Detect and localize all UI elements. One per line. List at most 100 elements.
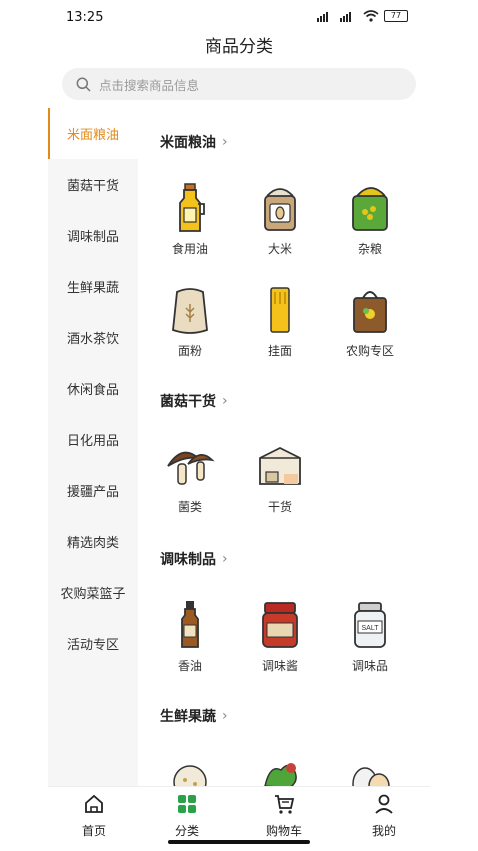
- sidebar-item-label: 活动专区: [66, 638, 119, 653]
- section-title: 生鲜果蔬: [160, 709, 216, 725]
- search-placeholder[interactable]: 点击搜索商品信息: [99, 75, 199, 94]
- section-header[interactable]: 调味制品 ›: [160, 549, 228, 569]
- category-item[interactable]: 菌类: [155, 442, 225, 515]
- tab-label: 分类: [174, 824, 199, 838]
- chevron-right-icon: ›: [222, 393, 228, 409]
- tab-label: 购物车: [265, 824, 302, 838]
- sidebar-item-vegetable-basket[interactable]: 农购菜篮子: [48, 567, 138, 618]
- home-indicator: [168, 840, 310, 844]
- tab-profile[interactable]: 我的: [344, 793, 424, 839]
- sauce-jar-icon: [262, 602, 298, 648]
- category-label: 调味品: [351, 659, 388, 673]
- section-title: 米面粮油: [160, 135, 216, 151]
- sidebar-item-label: 酒水茶饮: [66, 332, 119, 347]
- category-label: 面粉: [177, 344, 202, 358]
- sidebar-item-label: 援疆产品: [66, 485, 119, 500]
- tab-label: 我的: [371, 824, 396, 838]
- shopping-bag-icon: [353, 291, 387, 333]
- category-label: 农购专区: [345, 344, 394, 358]
- category-item[interactable]: 干货: [245, 442, 315, 515]
- category-item[interactable]: [245, 756, 315, 788]
- category-item[interactable]: 面粉: [155, 284, 225, 359]
- chevron-right-icon: ›: [222, 134, 228, 150]
- category-label: 挂面: [267, 344, 292, 358]
- sidebar-item-drinks[interactable]: 酒水茶饮: [48, 312, 138, 363]
- chevron-right-icon: ›: [222, 708, 228, 724]
- rice-bag-icon: [264, 188, 296, 231]
- mushroom-icon: [167, 451, 215, 485]
- sidebar-item-label: 调味制品: [66, 230, 119, 245]
- sidebar-item-label: 农购菜篮子: [60, 587, 126, 602]
- category-sidebar: 米面粮油 菌菇干货 调味制品 生鲜果蔬 酒水茶饮 休闲食品 日化用品 援疆产品 …: [48, 108, 138, 788]
- category-item[interactable]: 杂粮: [335, 182, 405, 257]
- fruit-icon: [173, 765, 207, 788]
- category-label: 香油: [177, 659, 202, 673]
- status-time: 13:25: [66, 10, 104, 25]
- tab-cart[interactable]: 购物车: [244, 793, 324, 839]
- category-item[interactable]: [335, 756, 405, 788]
- category-label: 食用油: [171, 242, 208, 256]
- battery-icon: 77: [384, 10, 408, 22]
- sidebar-item-label: 休闲食品: [66, 383, 119, 398]
- category-item[interactable]: 食用油: [155, 182, 225, 257]
- tab-label: 首页: [81, 824, 106, 838]
- vegetable-icon: [264, 763, 297, 788]
- page-title: 商品分类: [205, 37, 273, 57]
- section-header[interactable]: 生鲜果蔬 ›: [160, 706, 228, 726]
- search-bar[interactable]: 点击搜索商品信息: [62, 68, 416, 100]
- home-icon: [85, 794, 103, 813]
- sidebar-item-mushroom-dried[interactable]: 菌菇干货: [48, 159, 138, 210]
- signal-icon: [317, 11, 328, 22]
- section-header[interactable]: 菌菇干货 ›: [160, 391, 228, 411]
- category-item[interactable]: 农购专区: [335, 284, 405, 359]
- section-title: 菌菇干货: [160, 394, 216, 410]
- phone-screen: 13:25 77 商品分类 点击搜索商品信息 米面粮油 菌菇干货 调味制品 生鲜…: [48, 0, 430, 851]
- category-label: 干货: [267, 500, 292, 514]
- section-header[interactable]: 米面粮油 ›: [160, 132, 228, 152]
- wifi-icon: [363, 10, 379, 22]
- oil-bottle-icon: [179, 183, 205, 232]
- sidebar-item-label: 精选肉类: [66, 536, 119, 551]
- sidebar-item-grain-oil[interactable]: 米面粮油: [48, 108, 138, 159]
- category-label: 杂粮: [357, 242, 382, 256]
- sesame-oil-icon: [181, 601, 199, 648]
- category-label: 调味酱: [261, 659, 298, 673]
- category-label: 大米: [267, 242, 292, 256]
- salt-label: SALT: [362, 625, 380, 632]
- grain-sack-icon: [352, 187, 388, 231]
- category-item[interactable]: 大米: [245, 182, 315, 257]
- signal-icon: [340, 11, 351, 22]
- category-content: 米面粮油 › 食用油 大米 杂粮 面粉 挂面 农购专区 菌菇干货 › 菌类 干货…: [138, 108, 430, 788]
- sidebar-item-promotions[interactable]: 活动专区: [48, 618, 138, 669]
- noodles-pack-icon: [270, 287, 290, 333]
- sidebar-item-seasoning[interactable]: 调味制品: [48, 210, 138, 261]
- sidebar-item-fresh-produce[interactable]: 生鲜果蔬: [48, 261, 138, 312]
- sidebar-item-label: 菌菇干货: [66, 179, 119, 194]
- category-item[interactable]: 香油: [155, 599, 225, 674]
- box-icon: [259, 446, 301, 485]
- category-label: 菌类: [177, 500, 202, 514]
- category-grid-icon: [178, 795, 196, 813]
- search-icon: [76, 77, 91, 92]
- sidebar-item-label: 日化用品: [66, 434, 119, 449]
- section-title: 调味制品: [160, 552, 216, 568]
- sidebar-item-snacks[interactable]: 休闲食品: [48, 363, 138, 414]
- shopping-cart-icon: [275, 795, 295, 814]
- sidebar-item-daily-goods[interactable]: 日化用品: [48, 414, 138, 465]
- battery-level: 77: [390, 11, 402, 20]
- sidebar-item-meat[interactable]: 精选肉类: [48, 516, 138, 567]
- sidebar-item-xinjiang-products[interactable]: 援疆产品: [48, 465, 138, 516]
- category-item[interactable]: 挂面: [245, 284, 315, 359]
- chevron-right-icon: ›: [222, 551, 228, 567]
- tab-category[interactable]: 分类: [147, 793, 227, 839]
- tab-home[interactable]: 首页: [54, 793, 134, 839]
- user-icon: [375, 794, 393, 814]
- sidebar-item-label: 生鲜果蔬: [66, 281, 119, 296]
- egg-icon: [352, 767, 390, 788]
- status-icons: 77: [317, 10, 408, 22]
- category-item[interactable]: [155, 756, 225, 788]
- category-item[interactable]: 调味酱: [245, 599, 315, 674]
- salt-jar-icon: SALT: [354, 602, 386, 648]
- sidebar-item-label: 米面粮油: [66, 128, 119, 143]
- category-item[interactable]: SALT 调味品: [335, 599, 405, 674]
